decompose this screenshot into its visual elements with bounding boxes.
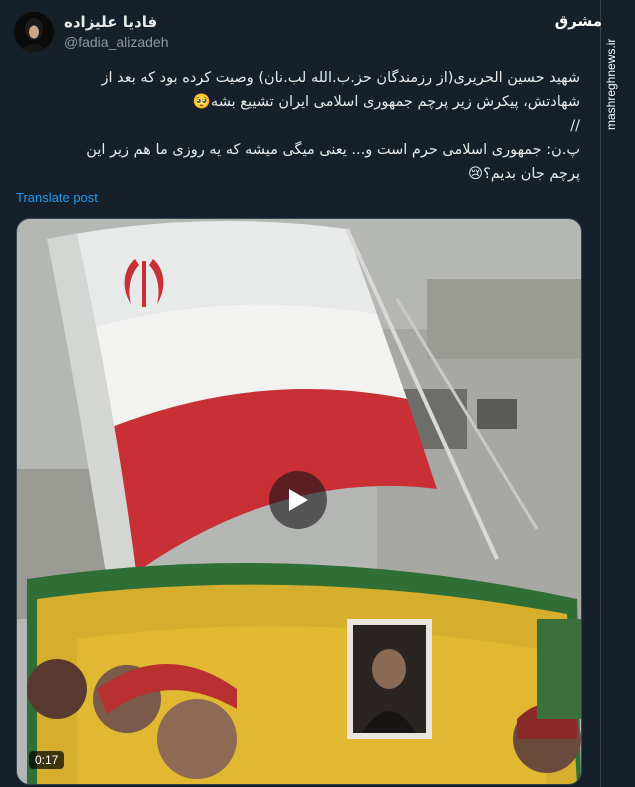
post-line: // (570, 118, 580, 134)
author-handle[interactable]: @fadia_alizadeh (64, 34, 169, 50)
watermark-logo: مشرق (554, 12, 602, 30)
translate-post-link[interactable]: Translate post (16, 190, 98, 205)
tweet: فادیا علیزاده @fadia_alizadeh شهید حسین … (0, 0, 600, 787)
play-button[interactable] (269, 471, 327, 529)
post-line: شهادتش، پیکرش زیر پرچم جمهوری اسلامی ایر… (192, 94, 580, 110)
avatar[interactable] (14, 12, 54, 52)
video-player[interactable]: 0:17 (16, 218, 582, 785)
watermark-site: mashreghnews.ir (604, 38, 618, 130)
post-line: شهید حسین الحریری(از رزمندگان حز.ب.الله … (101, 70, 580, 86)
post-line: پرچم جان بدیم؟😢 (467, 166, 580, 182)
post-line: پ.ن: جمهوری اسلامی حرم است و... یعنی میگ… (86, 142, 580, 158)
video-duration: 0:17 (29, 751, 65, 769)
author-name[interactable]: فادیا علیزاده (64, 13, 157, 31)
play-icon (289, 489, 308, 511)
post-text: شهید حسین الحریری(از رزمندگان حز.ب.الله … (14, 66, 580, 186)
